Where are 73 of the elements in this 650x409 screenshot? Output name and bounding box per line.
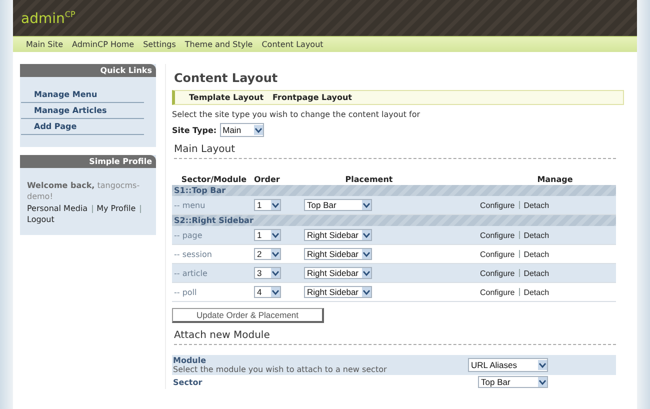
action-link[interactable]: Detach bbox=[524, 250, 550, 258]
welcome-text: Welcome back, tangocms-demo! bbox=[27, 180, 141, 202]
order-select[interactable]: 3 bbox=[254, 267, 281, 279]
caret-icon[interactable] bbox=[362, 200, 371, 210]
nav-link[interactable]: Settings bbox=[143, 40, 176, 49]
nav-link[interactable]: Main Site bbox=[26, 40, 63, 49]
order-select[interactable]: 1 bbox=[254, 229, 281, 241]
module-select[interactable]: URL Aliases bbox=[468, 358, 548, 372]
field-label: Site Type: bbox=[172, 126, 217, 134]
site-type-select[interactable]: Main bbox=[220, 123, 264, 137]
sector-select[interactable]: Top Bar bbox=[478, 376, 548, 388]
action-link[interactable]: Configure bbox=[480, 288, 515, 296]
module-name: -- poll bbox=[173, 288, 198, 296]
update-button[interactable]: Update Order & Placement bbox=[172, 308, 324, 323]
caret-icon[interactable] bbox=[362, 287, 371, 297]
nav-link[interactable]: Content Layout bbox=[262, 40, 324, 49]
placement-select[interactable]: Right Sidebar bbox=[304, 248, 372, 260]
placement-select[interactable]: Top Bar bbox=[304, 199, 372, 211]
group-name: S2::Right Sidebar bbox=[174, 216, 254, 225]
caret-icon[interactable] bbox=[254, 125, 263, 135]
column-header: Manage bbox=[536, 174, 574, 184]
profile-link[interactable]: Personal Media bbox=[27, 203, 88, 214]
field-description: Select the module you wish to attach to a new sector bbox=[173, 365, 387, 374]
panel-title: Quick Links bbox=[20, 64, 156, 77]
order-select[interactable]: 1 bbox=[254, 199, 281, 211]
placement-select[interactable]: Right Sidebar bbox=[304, 229, 372, 241]
caret-icon[interactable] bbox=[271, 249, 280, 259]
nav-link[interactable]: Theme and Style bbox=[184, 40, 253, 49]
logo: admin$^{CP}$ bbox=[21, 10, 76, 26]
column-header: Sector/Module bbox=[180, 174, 248, 184]
action-link[interactable]: Configure bbox=[480, 268, 515, 278]
action-link[interactable]: Configure bbox=[480, 200, 515, 210]
column-header: Placement bbox=[344, 174, 394, 184]
field-label: Sector bbox=[173, 378, 202, 386]
order-select[interactable]: 2 bbox=[254, 248, 281, 260]
module-name: -- menu bbox=[173, 200, 206, 210]
section-heading: Attach new Module bbox=[174, 330, 616, 345]
caret-icon[interactable] bbox=[271, 287, 280, 297]
action-link[interactable]: Detach bbox=[524, 268, 550, 278]
caret-icon[interactable] bbox=[362, 230, 371, 240]
subtab-link[interactable]: Template Layout bbox=[189, 93, 264, 102]
placement-select[interactable]: Right Sidebar bbox=[304, 286, 372, 298]
panel-title: Simple Profile bbox=[20, 155, 156, 168]
module-name: -- article bbox=[173, 268, 208, 278]
module-name: -- session bbox=[173, 250, 213, 258]
caret-icon[interactable] bbox=[362, 249, 371, 259]
subtab-link[interactable]: Frontpage Layout bbox=[272, 93, 352, 102]
sidebar-link[interactable]: Manage Articles bbox=[21, 103, 144, 119]
sidebar-link[interactable]: Add Page bbox=[21, 119, 144, 135]
field-label: Module bbox=[173, 356, 208, 365]
caret-icon[interactable] bbox=[538, 377, 547, 387]
group-name: S1::Top Bar bbox=[174, 186, 226, 195]
order-select[interactable]: 4 bbox=[254, 286, 281, 298]
action-link[interactable]: Detach bbox=[524, 200, 550, 210]
profile-link[interactable]: Logout bbox=[27, 214, 54, 225]
caret-icon[interactable] bbox=[271, 200, 280, 210]
caret-icon[interactable] bbox=[538, 360, 547, 370]
module-name: -- page bbox=[173, 230, 204, 240]
action-link[interactable]: Detach bbox=[524, 288, 550, 296]
action-link[interactable]: Detach bbox=[524, 230, 550, 240]
placement-select[interactable]: Right Sidebar bbox=[304, 267, 372, 279]
sidebar-link[interactable]: Manage Menu bbox=[21, 87, 144, 103]
section-heading: Main Layout bbox=[174, 144, 616, 159]
column-header: Order bbox=[254, 174, 281, 184]
caret-icon[interactable] bbox=[362, 268, 371, 278]
instruction-text: Select the site type you wish to change the content layout for bbox=[172, 110, 421, 119]
caret-icon[interactable] bbox=[271, 230, 280, 240]
profile-link[interactable]: My Profile bbox=[96, 203, 136, 214]
action-link[interactable]: Configure bbox=[480, 250, 515, 258]
page-title: Content Layout bbox=[174, 71, 279, 85]
caret-icon[interactable] bbox=[271, 268, 280, 278]
action-link[interactable]: Configure bbox=[480, 230, 515, 240]
nav-link[interactable]: AdminCP Home bbox=[72, 40, 134, 49]
